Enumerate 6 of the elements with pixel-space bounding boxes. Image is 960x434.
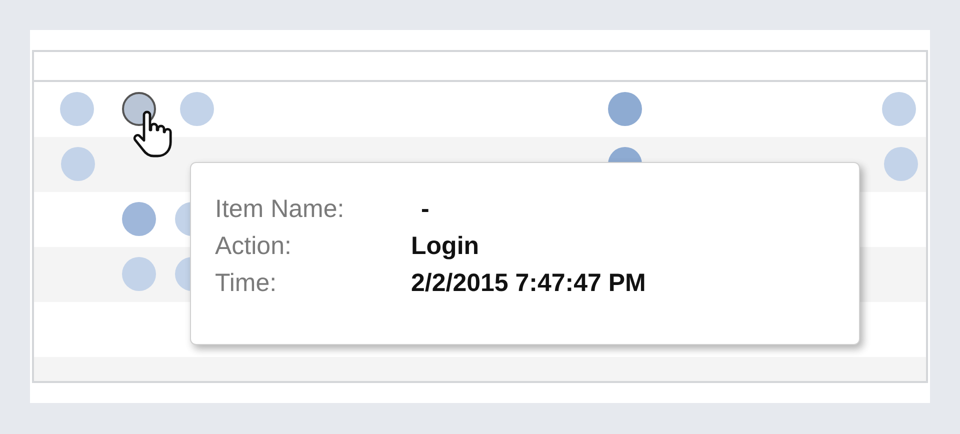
field-value: 2/2/2015 7:47:47 PM: [411, 268, 647, 299]
field-value: Login: [411, 231, 480, 262]
field-label: Time:: [215, 268, 278, 299]
field-value: -: [420, 194, 430, 225]
field-label: Item Name:: [215, 194, 346, 225]
field-label: Action:: [215, 231, 292, 262]
